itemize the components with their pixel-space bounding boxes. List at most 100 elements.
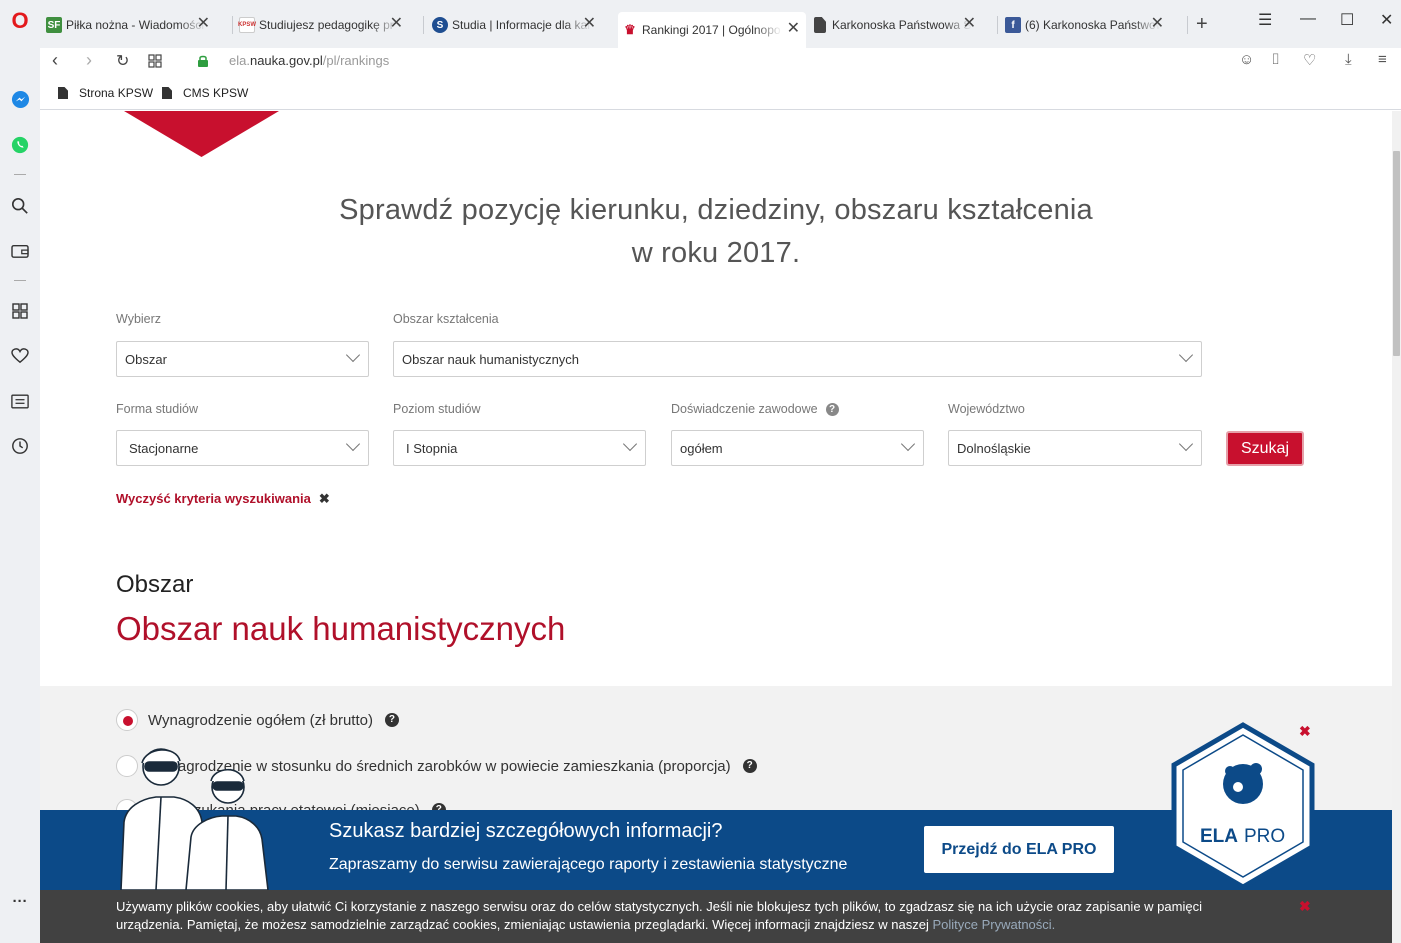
tab-bar: O SF Piłka nożna - Wiadomości ✕ KPSW Stu… [0, 0, 1401, 48]
page-content: Sprawdź pozycję kierunku, dziedziny, obs… [40, 111, 1392, 943]
option-wynagrodzenie[interactable]: Wynagrodzenie ogółem (zł brutto)? [116, 709, 399, 731]
close-tab-icon[interactable]: ✕ [787, 20, 800, 38]
close-tab-icon[interactable]: ✕ [390, 15, 403, 33]
help-icon[interactable]: ? [825, 403, 839, 416]
facebook-icon: f [1005, 17, 1021, 33]
page-scrollbar[interactable] [1392, 111, 1401, 943]
help-icon[interactable]: ? [384, 713, 399, 727]
forward-button[interactable]: › [86, 50, 92, 71]
reload-button[interactable]: ↻ [116, 51, 129, 71]
tab-6[interactable]: f (6) Karkonoska Państwow ✕ [1005, 12, 1164, 38]
ela-pro-logo[interactable]: ELA PRO [1168, 721, 1318, 891]
document-icon [814, 17, 826, 33]
radio-selected[interactable] [116, 709, 138, 731]
wybierz-select[interactable]: Obszar [116, 341, 369, 377]
camera-icon[interactable]: ⌷ [1271, 51, 1280, 68]
tab-title: Rankingi 2017 | Ogólnopo [642, 23, 781, 37]
tab-title: Karkonoska Państwowa Sz [832, 18, 972, 32]
heart-bookmark-icon[interactable]: ♡ [1303, 51, 1316, 69]
wojewodztwo-select[interactable]: Dolnośląskie [948, 430, 1202, 466]
close-tab-icon[interactable]: ✕ [1151, 15, 1164, 33]
wallet-icon[interactable] [10, 241, 30, 261]
news-icon[interactable] [10, 391, 30, 411]
tab-menu-icon[interactable]: ☰ [1258, 10, 1272, 30]
search-button[interactable]: Szukaj [1226, 431, 1304, 466]
bookmark-cms-kpsw[interactable]: CMS KPSW [162, 86, 248, 100]
result-value: Obszar nauk humanistycznych [116, 610, 566, 647]
sidebar: ··· [0, 48, 40, 943]
messenger-icon[interactable] [10, 89, 30, 109]
page-headline: Sprawdź pozycję kierunku, dziedziny, obs… [339, 194, 1093, 269]
close-icon: ✖ [318, 491, 330, 506]
forma-label: Forma studiów [116, 402, 198, 416]
wojewodztwo-label: Województwo [948, 402, 1025, 416]
cookie-bar: Używamy plików cookies, aby ułatwić Ci k… [40, 890, 1392, 943]
tab-title: Studiujesz pedagogikę pr [259, 18, 394, 32]
tab-2[interactable]: KPSW Studiujesz pedagogikę pr ✕ [238, 12, 403, 38]
tab-favicon-icon: S [432, 17, 448, 33]
document-icon [58, 87, 68, 99]
new-tab-button[interactable]: + [1196, 13, 1208, 36]
clear-criteria-link[interactable]: Wyczyść kryteria wyszukiwania ✖ [116, 491, 330, 507]
obszar-label: Obszar kształcenia [393, 312, 499, 326]
doswiadczenie-label: Doświadczenie zawodowe? [671, 402, 839, 416]
minimize-button[interactable]: — [1300, 10, 1316, 28]
tab-favicon-icon: SF [46, 17, 62, 33]
more-icon[interactable]: ··· [10, 891, 30, 911]
heart-icon[interactable] [10, 346, 30, 366]
help-icon[interactable]: ? [742, 759, 757, 773]
chevron-down-icon [345, 436, 361, 452]
poziom-select[interactable]: I Stopnia [393, 430, 646, 466]
close-tab-icon[interactable]: ✕ [963, 15, 976, 33]
doswiadczenie-select[interactable]: ogółem [671, 430, 924, 466]
tab-3[interactable]: S Studia | Informacje dla kan ✕ [432, 12, 596, 38]
tab-title: Studia | Informacje dla kan [452, 18, 592, 32]
speed-dial-icon[interactable] [10, 301, 30, 321]
chevron-down-icon [345, 347, 361, 363]
promo-subtitle: Zapraszamy do serwisu zawierającego rapo… [329, 856, 848, 873]
close-cookie-icon[interactable]: ✖ [1299, 898, 1311, 915]
ela-pro-button[interactable]: Przejdź do ELA PRO [924, 826, 1114, 873]
obszar-select[interactable]: Obszar nauk humanistycznych [393, 341, 1202, 377]
promo-title: Szukasz bardziej szczegółowych informacj… [329, 820, 723, 842]
bookmark-strona-kpsw[interactable]: Strona KPSW [58, 86, 153, 100]
chevron-down-icon [900, 436, 916, 452]
history-icon[interactable] [10, 436, 30, 456]
address-bar: ‹ › ↻ ela.nauka.gov.pl/pl/rankings ☺ ⌷ ♡… [40, 48, 1401, 78]
easy-setup-icon[interactable]: ≡ [1378, 51, 1387, 68]
forma-select[interactable]: Stacjonarne [116, 430, 369, 466]
maximize-button[interactable]: ☐ [1340, 10, 1354, 30]
whatsapp-icon[interactable] [10, 135, 30, 155]
privacy-policy-link[interactable]: Polityce Prywatności. [932, 917, 1055, 932]
tab-1[interactable]: SF Piłka nożna - Wiadomości ✕ [46, 12, 210, 38]
tab-favicon-icon: ♛ [622, 22, 638, 38]
download-icon[interactable]: ⤓ [1345, 51, 1352, 68]
opera-logo-icon[interactable]: O [9, 9, 31, 33]
document-icon [162, 87, 172, 99]
chevron-down-icon [622, 436, 638, 452]
tab-title: (6) Karkonoska Państwow [1025, 18, 1160, 32]
close-tab-icon[interactable]: ✕ [197, 15, 210, 33]
tab-4-active[interactable]: ♛ Rankingi 2017 | Ogólnopo ✕ [618, 12, 806, 48]
back-button[interactable]: ‹ [52, 50, 58, 71]
tabs-grid-icon[interactable] [148, 52, 162, 73]
cookie-text: Używamy plików cookies, aby ułatwić Ci k… [116, 899, 1202, 932]
emoji-icon[interactable]: ☺ [1239, 51, 1254, 68]
close-tab-icon[interactable]: ✕ [583, 15, 596, 33]
tab-favicon-icon: KPSW [238, 17, 256, 33]
decorative-red-triangle [124, 111, 279, 157]
badge-text-ela: ELA [1200, 826, 1238, 847]
poziom-label: Poziom studiów [393, 402, 481, 416]
scrollbar-thumb[interactable] [1393, 151, 1400, 356]
close-badge-icon[interactable]: ✖ [1299, 723, 1311, 740]
chevron-down-icon [1178, 347, 1194, 363]
url-field[interactable]: ela.nauka.gov.pl/pl/rankings [229, 53, 389, 68]
scientists-illustration [120, 748, 269, 890]
tab-title: Piłka nożna - Wiadomości [66, 18, 205, 32]
close-window-button[interactable]: ✕ [1380, 10, 1393, 30]
tab-5[interactable]: Karkonoska Państwowa Sz ✕ [814, 12, 976, 38]
wybierz-label: Wybierz [116, 312, 162, 326]
search-icon[interactable] [10, 196, 30, 216]
lock-icon[interactable] [198, 54, 208, 67]
chevron-down-icon [1178, 436, 1194, 452]
